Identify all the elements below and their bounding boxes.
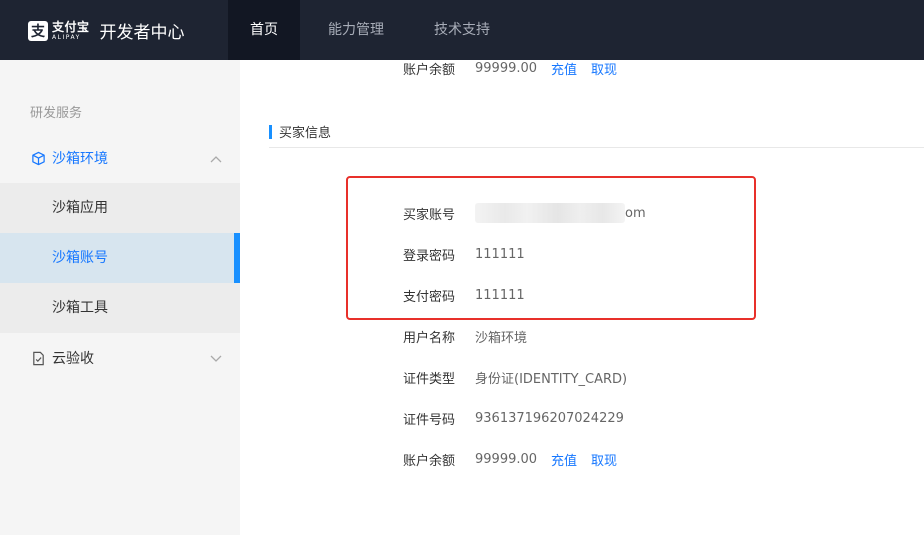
buyer-balance-label: 账户余额	[403, 453, 456, 469]
portal-title: 开发者中心	[99, 23, 185, 43]
username-row: 用户名称 沙箱环境	[403, 326, 527, 346]
buyer-withdraw-link[interactable]: 取现	[591, 450, 617, 469]
seller-withdraw-link[interactable]: 取现	[591, 59, 617, 78]
document-check-icon	[30, 350, 46, 366]
sandbox-submenu: 沙箱应用 沙箱账号 沙箱工具	[0, 183, 240, 333]
sidebar-group-sandbox-label: 沙箱环境	[52, 151, 108, 167]
username-label: 用户名称	[403, 330, 456, 346]
seller-recharge-link[interactable]: 充值	[551, 59, 577, 78]
sidebar-group-cloud-acceptance[interactable]: 云验收	[0, 333, 240, 383]
id-number-label: 证件号码	[403, 412, 456, 428]
nav-tech-support[interactable]: 技术支持	[412, 0, 512, 60]
sidebar-item-sandbox-app[interactable]: 沙箱应用	[0, 183, 240, 233]
sidebar: 研发服务 沙箱环境 沙箱应用 沙箱账号 沙箱工具 云验收	[0, 60, 240, 535]
buyer-recharge-link[interactable]: 充值	[551, 450, 577, 469]
sidebar-group-cloud-label: 云验收	[52, 351, 94, 367]
buyer-balance-row: 账户余额 99999.00 充值 取现	[403, 449, 617, 469]
seller-balance-label: 账户余额	[403, 62, 456, 78]
id-number-row: 证件号码 936137196207024229	[403, 408, 624, 428]
top-nav-bar: 支 支付宝 ALIPAY 开发者中心 首页 能力管理 技术支持	[0, 0, 924, 60]
username-value: 沙箱环境	[475, 330, 528, 346]
seller-balance-value: 99999.00	[475, 60, 538, 76]
highlight-annotation-box	[346, 176, 756, 320]
chevron-down-icon[interactable]	[210, 352, 222, 367]
cube-icon	[30, 150, 46, 166]
buyer-info-title: 买家信息	[279, 126, 332, 141]
sidebar-item-sandbox-account[interactable]: 沙箱账号	[0, 233, 240, 283]
buyer-info-heading: 买家信息	[269, 122, 331, 141]
nav-home[interactable]: 首页	[228, 0, 300, 60]
alipay-logo-icon: 支	[28, 20, 48, 41]
id-type-value: 身份证(IDENTITY_CARD)	[475, 371, 628, 387]
logo-cn-text: 支付宝	[52, 19, 90, 34]
logo-en-text: ALIPAY	[52, 33, 81, 41]
section-divider	[269, 147, 924, 148]
sidebar-item-sandbox-tools[interactable]: 沙箱工具	[0, 283, 240, 333]
heading-accent-bar	[269, 124, 272, 139]
chevron-up-icon[interactable]	[210, 152, 222, 167]
id-type-label: 证件类型	[403, 371, 456, 387]
sidebar-section-title: 研发服务	[30, 106, 83, 121]
main-nav: 首页 能力管理 技术支持	[228, 0, 518, 60]
id-number-value: 936137196207024229	[475, 410, 624, 426]
sidebar-group-sandbox[interactable]: 沙箱环境	[0, 133, 240, 183]
alipay-logo[interactable]: 支 支付宝 ALIPAY 开发者中心	[28, 18, 185, 43]
id-type-row: 证件类型 身份证(IDENTITY_CARD)	[403, 367, 627, 387]
seller-balance-row: 账户余额 99999.00 充值 取现	[403, 58, 617, 78]
buyer-balance-value: 99999.00	[475, 451, 538, 467]
nav-capability-management[interactable]: 能力管理	[306, 0, 406, 60]
